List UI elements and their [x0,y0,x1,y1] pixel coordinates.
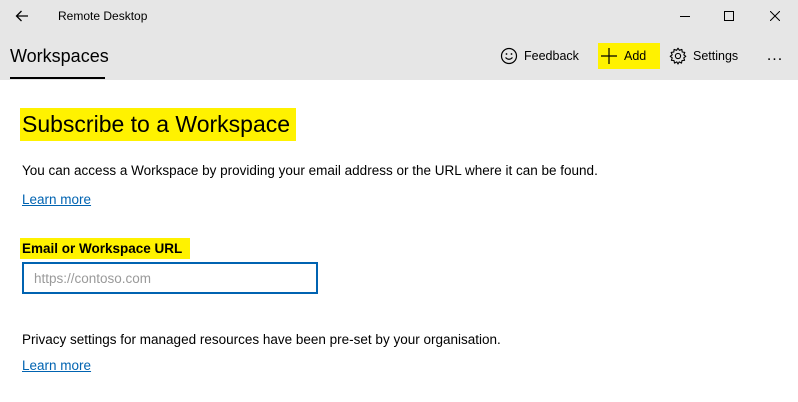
app-title: Remote Desktop [58,9,148,23]
learn-more-link[interactable]: Learn more [22,192,91,207]
active-tab-indicator [10,77,105,79]
workspace-url-input[interactable] [22,262,318,294]
settings-label: Settings [693,49,739,63]
main-content: Subscribe to a Workspace You can access … [0,80,798,402]
close-button[interactable] [752,0,798,32]
privacy-text: Privacy settings for managed resources h… [22,332,501,347]
maximize-icon [724,11,734,21]
email-url-label: Email or Workspace URL [20,238,191,259]
minimize-button[interactable] [662,0,708,32]
back-button[interactable] [0,0,44,32]
add-button[interactable]: Add [598,32,661,80]
plus-icon [601,48,617,64]
gear-icon [669,47,687,65]
feedback-label: Feedback [524,49,579,63]
description-text: You can access a Workspace by providing … [22,163,598,178]
title-bar: Remote Desktop [0,0,798,32]
workspaces-tab[interactable]: Workspaces [10,46,109,67]
close-icon [770,11,780,21]
smiley-icon [500,47,518,65]
arrow-left-icon [15,10,28,22]
page-heading: Subscribe to a Workspace [20,108,297,141]
command-bar: Workspaces Feedback Add Settings ... [0,32,798,80]
minimize-icon [680,16,690,17]
maximize-button[interactable] [706,0,752,32]
feedback-button[interactable]: Feedback [500,32,579,80]
add-label: Add [624,49,647,63]
settings-button[interactable]: Settings [669,32,738,80]
more-dots-icon: ... [766,47,784,64]
privacy-learn-more-link[interactable]: Learn more [22,358,91,373]
more-options-button[interactable]: ... [762,32,788,80]
